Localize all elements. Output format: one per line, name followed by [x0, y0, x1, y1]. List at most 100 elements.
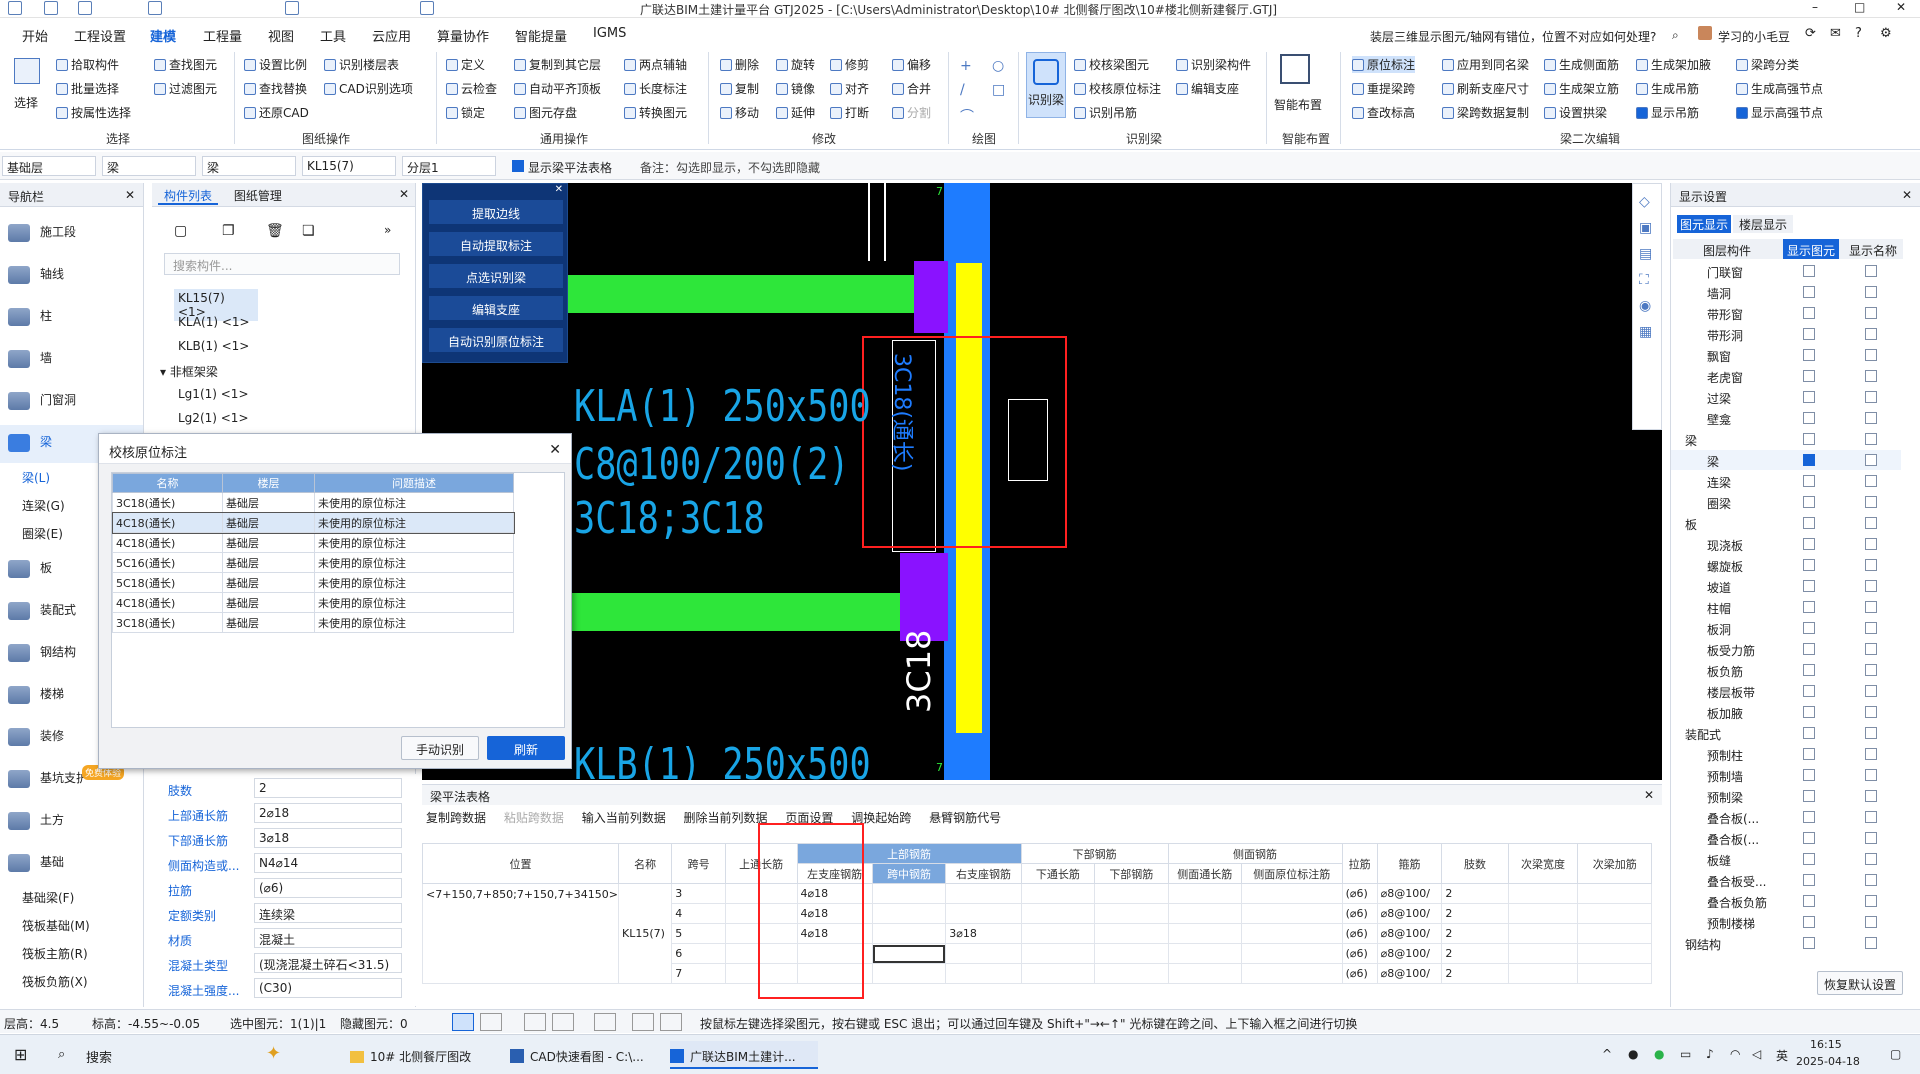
show-name-checkbox[interactable]	[1865, 559, 1877, 571]
auto-recognize-label-button[interactable]: 自动识别原位标注	[429, 328, 563, 352]
menu-collab[interactable]: 算量协作	[437, 26, 489, 45]
table-row[interactable]: 4C18(通长) 基础层 未使用的原位标注	[112, 532, 514, 553]
display-row[interactable]: 板受力筋	[1671, 639, 1901, 659]
menu-smart[interactable]: 智能提量	[515, 26, 567, 45]
display-row[interactable]: 板负筋	[1671, 660, 1901, 680]
delete-button[interactable]: 删除	[720, 56, 759, 73]
display-row[interactable]: 钢结构	[1671, 933, 1901, 953]
prop-value-top-bar[interactable]: 2⌀18	[254, 803, 402, 823]
show-element-checkbox[interactable]	[1803, 412, 1815, 424]
taskbar-app-folder[interactable]: 10# 北侧餐厅图改	[350, 1041, 508, 1069]
display-row[interactable]: 门联窗	[1671, 261, 1901, 281]
show-name-checkbox[interactable]	[1865, 748, 1877, 760]
refresh-button[interactable]: 刷新	[487, 736, 565, 760]
auto-extract-label-button[interactable]: 自动提取标注	[429, 232, 563, 256]
nav-item-steel[interactable]: 钢结构	[8, 643, 76, 663]
show-element-checkbox[interactable]	[1803, 601, 1815, 613]
nav-item-construction-stage[interactable]: 施工段	[8, 223, 76, 243]
beam-span-class-button[interactable]: 梁跨分类	[1736, 56, 1799, 73]
nav-item-door-window[interactable]: 门窗洞	[8, 391, 76, 411]
display-row[interactable]: 叠合板(...	[1671, 807, 1901, 827]
two-point-axis-button[interactable]: 两点辅轴	[624, 56, 687, 73]
show-name-checkbox[interactable]	[1865, 685, 1877, 697]
type-select-1[interactable]: 梁	[102, 156, 196, 176]
show-element-checkbox[interactable]	[1803, 454, 1815, 466]
show-element-checkbox[interactable]	[1803, 265, 1815, 277]
delete-column-button[interactable]: 删除当前列数据	[684, 811, 768, 825]
show-element-checkbox[interactable]	[1803, 916, 1815, 928]
layer-view-icon[interactable]: ▤	[1639, 246, 1655, 262]
prop-value-bottom-bar[interactable]: 3⌀18	[254, 828, 402, 848]
display-row[interactable]: 带形洞	[1671, 324, 1901, 344]
display-row[interactable]: 装配式	[1671, 723, 1901, 743]
merge-button[interactable]: 合并	[892, 80, 931, 97]
show-hanger-toggle[interactable]: 显示吊筋	[1636, 104, 1699, 121]
edit-support-float-button[interactable]: 编辑支座	[429, 296, 563, 320]
arc-draw-icon[interactable]: ⌒	[960, 106, 974, 126]
copy-span-data-button[interactable]: 梁跨数据复制	[1442, 104, 1529, 121]
close-button[interactable]: ✕	[1896, 0, 1906, 14]
re-extract-span-button[interactable]: 重提梁跨	[1352, 80, 1415, 97]
show-element-checkbox[interactable]	[1803, 391, 1815, 403]
tree-item-lg1[interactable]: Lg1(1) <1>	[178, 387, 249, 401]
display-row[interactable]: 板洞	[1671, 618, 1901, 638]
check-original-label-button[interactable]: 校核原位标注	[1074, 80, 1161, 97]
select-button[interactable]: 选择	[14, 94, 38, 111]
new-comp-icon[interactable]: ▢	[174, 223, 187, 239]
show-element-checkbox[interactable]	[1803, 874, 1815, 886]
apply-same-beam-button[interactable]: 应用到同名梁	[1442, 56, 1529, 73]
taskbar-app-cad[interactable]: CAD快速看图 - C:\...	[510, 1041, 660, 1069]
tab-element-display[interactable]: 图元显示	[1677, 215, 1731, 233]
display-row[interactable]: 楼层板带	[1671, 681, 1901, 701]
maximize-button[interactable]: □	[1854, 0, 1865, 14]
angle-icon[interactable]	[552, 1013, 574, 1031]
new-file-icon[interactable]	[44, 1, 58, 15]
copy-span-button[interactable]: 复制跨数据	[426, 811, 486, 825]
property-icon[interactable]: ▦	[1639, 324, 1655, 340]
display-row[interactable]: 飘窗	[1671, 345, 1901, 365]
check-beam-element-button[interactable]: 校核梁图元	[1074, 56, 1149, 73]
display-row[interactable]: 预制楼梯	[1671, 912, 1901, 932]
show-element-checkbox[interactable]	[1803, 811, 1815, 823]
show-name-checkbox[interactable]	[1865, 643, 1877, 655]
show-name-checkbox[interactable]	[1865, 580, 1877, 592]
show-element-checkbox[interactable]	[1803, 433, 1815, 445]
floor-select[interactable]: 基础层	[2, 156, 96, 176]
tray-vol-mixer-icon[interactable]: ♪	[1706, 1047, 1714, 1061]
reset-default-button[interactable]: 恢复默认设置	[1817, 971, 1903, 995]
copy-button[interactable]: 复制	[720, 80, 759, 97]
open-file-icon[interactable]	[78, 1, 92, 15]
display-row[interactable]: 预制梁	[1671, 786, 1901, 806]
show-name-checkbox[interactable]	[1865, 412, 1877, 424]
edit-elevation-button[interactable]: 查改标高	[1352, 104, 1415, 121]
save-icon[interactable]	[148, 1, 162, 15]
nav-sub-raft-neg[interactable]: 筏板负筋(X)	[22, 973, 88, 993]
show-element-checkbox[interactable]	[1803, 706, 1815, 718]
paste-span-button[interactable]: 粘贴跨数据	[504, 811, 564, 825]
restore-cad-button[interactable]: 还原CAD	[244, 104, 309, 121]
show-name-checkbox[interactable]	[1865, 328, 1877, 340]
nav-sub-raft-main[interactable]: 筏板主筋(R)	[22, 945, 88, 965]
tab-component-list[interactable]: 构件列表	[158, 189, 219, 205]
gen-side-bar-button[interactable]: 生成侧面筋	[1544, 56, 1619, 73]
nav-item-beam[interactable]: 梁	[8, 433, 52, 453]
nav-item-foundation[interactable]: 基础	[8, 853, 64, 873]
layer-select[interactable]: 分层1	[402, 156, 496, 176]
beam-table-close-icon[interactable]: ✕	[1644, 788, 1654, 802]
search-icon[interactable]: ⌕	[1672, 28, 1679, 43]
display-row[interactable]: 柱帽	[1671, 597, 1901, 617]
search-icon[interactable]: ⌕	[58, 1047, 65, 1062]
prop-value-concrete-type[interactable]: (现浇混凝土碎石<31.5)	[254, 953, 402, 973]
cloud-check-button[interactable]: 云检查	[446, 80, 497, 97]
find-replace-button[interactable]: 查找替换	[244, 80, 307, 97]
prop-value-legs[interactable]: 2	[254, 778, 402, 798]
display-row[interactable]: 板缝	[1671, 849, 1901, 869]
more-icon[interactable]: »	[384, 223, 391, 237]
show-name-checkbox[interactable]	[1865, 433, 1877, 445]
gen-haunch-button[interactable]: 生成架加腋	[1636, 56, 1711, 73]
display-row[interactable]: 圈梁	[1671, 492, 1901, 512]
tab-drawing-manage[interactable]: 图纸管理	[234, 189, 282, 203]
cad-options-button[interactable]: CAD识别选项	[324, 80, 413, 97]
tree-item-klb[interactable]: KLB(1) <1>	[178, 339, 249, 353]
type-select-2[interactable]: 梁	[202, 156, 296, 176]
